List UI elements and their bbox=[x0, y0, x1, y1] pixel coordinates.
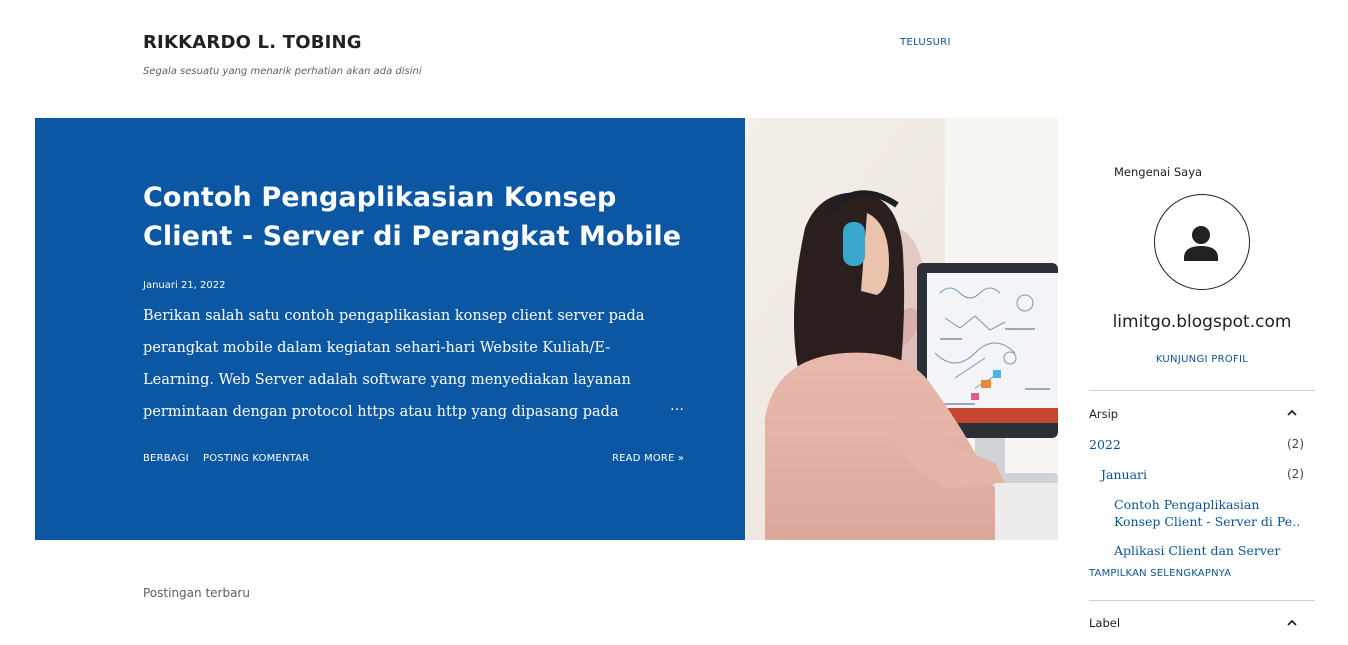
archive-year-count: (2) bbox=[1287, 437, 1304, 451]
post-comment-button[interactable]: POSTING KOMENTAR bbox=[203, 453, 309, 464]
archive-month-januari[interactable]: Januari bbox=[1101, 467, 1147, 482]
recent-posts-label: Postingan terbaru bbox=[143, 586, 250, 600]
featured-post: Contoh Pengaplikasian Konsep Client - Se… bbox=[35, 118, 745, 540]
chevron-up-icon[interactable] bbox=[1285, 406, 1299, 420]
read-more-link[interactable]: READ MORE » bbox=[612, 453, 684, 464]
blog-title[interactable]: RIKKARDO L. TOBING bbox=[143, 32, 362, 53]
archive-post-title-line1: Contoh Pengaplikasian bbox=[1114, 497, 1260, 512]
sidebar-divider bbox=[1089, 390, 1315, 391]
person-icon bbox=[1184, 226, 1218, 261]
chevron-up-icon[interactable] bbox=[1285, 616, 1299, 630]
featured-post-snippet: Berikan salah satu contoh pengaplikasian… bbox=[143, 308, 645, 420]
sidebar-divider bbox=[1089, 600, 1315, 601]
share-button[interactable]: BERBAGI bbox=[143, 453, 189, 464]
snippet-ellipsis: … bbox=[670, 398, 684, 414]
visit-profile-link[interactable]: KUNJUNGI PROFIL bbox=[1088, 354, 1316, 365]
profile-name[interactable]: limitgo.blogspot.com bbox=[1088, 312, 1316, 332]
archive-month-count: (2) bbox=[1287, 467, 1304, 481]
archive-post-title-line2: Konsep Client - Server di Pe… bbox=[1114, 514, 1299, 529]
featured-post-image[interactable] bbox=[745, 118, 1058, 540]
about-heading: Mengenai Saya bbox=[1114, 165, 1203, 179]
archive-heading: Arsip bbox=[1089, 407, 1119, 421]
show-more-link[interactable]: TAMPILKAN SELENGKAPNYA bbox=[1089, 568, 1231, 579]
profile-avatar[interactable] bbox=[1154, 194, 1250, 290]
archive-post-link[interactable]: Aplikasi Client dan Server bbox=[1114, 542, 1299, 559]
featured-post-title[interactable]: Contoh Pengaplikasian Konsep Client - Se… bbox=[143, 178, 703, 256]
nav-explore-link[interactable]: TELUSURI bbox=[900, 37, 951, 48]
blog-description: Segala sesuatu yang menarik perhatian ak… bbox=[143, 66, 422, 77]
archive-year-2022[interactable]: 2022 bbox=[1089, 437, 1121, 452]
featured-post-date[interactable]: Januari 21, 2022 bbox=[143, 280, 225, 291]
archive-post-link[interactable]: Contoh Pengaplikasian Konsep Client - Se… bbox=[1114, 496, 1299, 530]
label-heading: Label bbox=[1089, 616, 1121, 630]
